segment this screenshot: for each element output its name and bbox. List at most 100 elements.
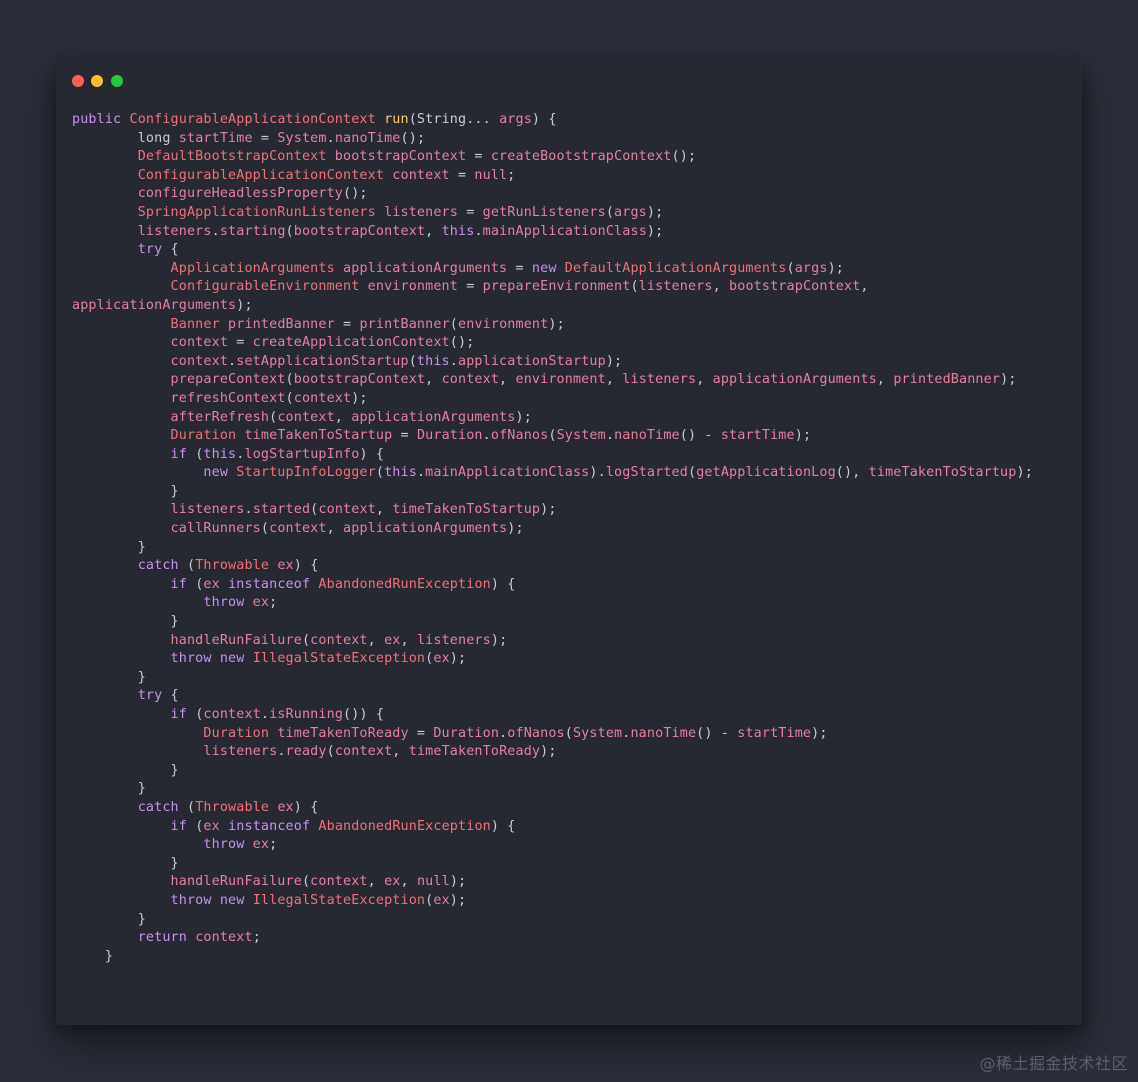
- code-token: ex: [384, 632, 401, 648]
- code-token: }: [137, 911, 146, 927]
- code-token: Duration: [433, 725, 500, 741]
- code-token: ).: [589, 465, 606, 481]
- code-token: .: [449, 353, 458, 369]
- code-token: );: [811, 725, 828, 741]
- code-line: listeners.ready(context, timeTakenToRead…: [72, 743, 1033, 762]
- code-token: (: [630, 279, 639, 295]
- code-token: context: [293, 390, 352, 406]
- code-token: ex: [433, 892, 450, 908]
- code-token: DefaultApplicationArguments: [564, 260, 787, 276]
- code-token: args: [794, 260, 828, 276]
- code-token: (: [564, 725, 573, 741]
- code-token: (: [186, 818, 204, 834]
- code-line: applicationArguments);: [72, 297, 1033, 316]
- code-token: );: [449, 651, 467, 667]
- code-token: context: [334, 744, 393, 760]
- code-token: SpringApplicationRunListeners: [137, 204, 376, 220]
- code-token: context: [269, 521, 327, 537]
- code-token: );: [540, 502, 557, 518]
- code-line: Banner printedBanner = printBanner(envir…: [72, 316, 1033, 335]
- code-token: .: [236, 446, 245, 462]
- code-line: }: [72, 855, 1033, 874]
- code-token: environment: [458, 316, 549, 332]
- code-token: getRunListeners: [482, 204, 606, 220]
- code-line: throw new IllegalStateException(ex);: [72, 892, 1033, 911]
- code-token: }: [104, 948, 114, 964]
- code-token: );: [605, 353, 623, 369]
- code-token: IllegalStateException: [252, 651, 426, 667]
- code-line: listeners.started(context, timeTakenToSt…: [72, 501, 1033, 520]
- code-token: nanoTime: [334, 130, 401, 146]
- code-line: DefaultBootstrapContext bootstrapContext…: [72, 148, 1033, 167]
- code-token: this: [416, 353, 450, 369]
- code-token: =: [507, 260, 532, 276]
- code-token: applicationArguments: [72, 297, 237, 313]
- code-token: ();: [671, 149, 697, 165]
- code-token: startTime: [178, 130, 253, 146]
- code-line: public ConfigurableApplicationContext ru…: [72, 111, 1033, 130]
- code-token: context: [310, 632, 368, 648]
- code-token: (String...: [408, 112, 500, 127]
- code-line: }: [72, 669, 1033, 688]
- code-token: context: [170, 353, 229, 369]
- code-token: );: [646, 204, 664, 220]
- code-token: applicationStartup: [458, 353, 606, 369]
- code-token: context: [310, 874, 368, 890]
- code-line: SpringApplicationRunListeners listeners …: [72, 204, 1033, 223]
- code-token: DefaultBootstrapContext: [137, 149, 327, 165]
- code-token: catch: [137, 799, 179, 815]
- code-token: ,: [392, 744, 409, 760]
- code-line: }: [72, 780, 1033, 799]
- code-token: ofNanos: [507, 725, 565, 741]
- code-line: listeners.starting(bootstrapContext, thi…: [72, 223, 1033, 242]
- code-token: throw: [203, 595, 245, 611]
- code-line: if (ex instanceof AbandonedRunException)…: [72, 576, 1033, 595]
- code-token: ,: [326, 521, 344, 537]
- watermark: @稀土掘金技术社区: [979, 1054, 1128, 1073]
- minimize-dot-icon[interactable]: [91, 75, 103, 87]
- code-token: context: [195, 930, 253, 946]
- code-token: ,: [334, 409, 352, 425]
- code-token: ) {: [359, 446, 385, 462]
- code-token: Duration: [170, 428, 237, 444]
- code-token: ,: [367, 632, 385, 648]
- code-token: (: [449, 316, 459, 332]
- code-token: );: [507, 521, 524, 537]
- code-token: ,: [425, 223, 442, 239]
- code-token: setApplicationStartup: [236, 353, 409, 369]
- code-token: bootstrapContext: [729, 279, 861, 295]
- code-token: timeTakenToReady: [277, 725, 409, 741]
- code-token: (: [687, 465, 697, 481]
- close-dot-icon[interactable]: [72, 75, 84, 87]
- code-line: throw ex;: [72, 594, 1033, 613]
- zoom-dot-icon[interactable]: [111, 75, 123, 87]
- code-token: .: [211, 223, 220, 239]
- code-token: if: [170, 818, 187, 834]
- code-token: ;: [252, 930, 261, 946]
- code-token: ,: [400, 874, 417, 890]
- code-token: applicationArguments: [343, 260, 508, 276]
- code-token: ConfigurableApplicationContext: [129, 112, 376, 127]
- code-token: context: [392, 167, 450, 183]
- code-token: afterRefresh: [170, 409, 270, 425]
- code-token: ) {: [293, 558, 319, 574]
- code-token: );: [540, 744, 557, 760]
- code-line: callRunners(context, applicationArgument…: [72, 520, 1033, 539]
- code-token: timeTakenToStartup: [244, 428, 393, 444]
- code-token: bootstrapContext: [293, 223, 426, 239]
- code-token: try: [137, 242, 163, 258]
- code-token: prepareEnvironment: [482, 279, 631, 295]
- code-token: mainApplicationClass: [425, 465, 590, 481]
